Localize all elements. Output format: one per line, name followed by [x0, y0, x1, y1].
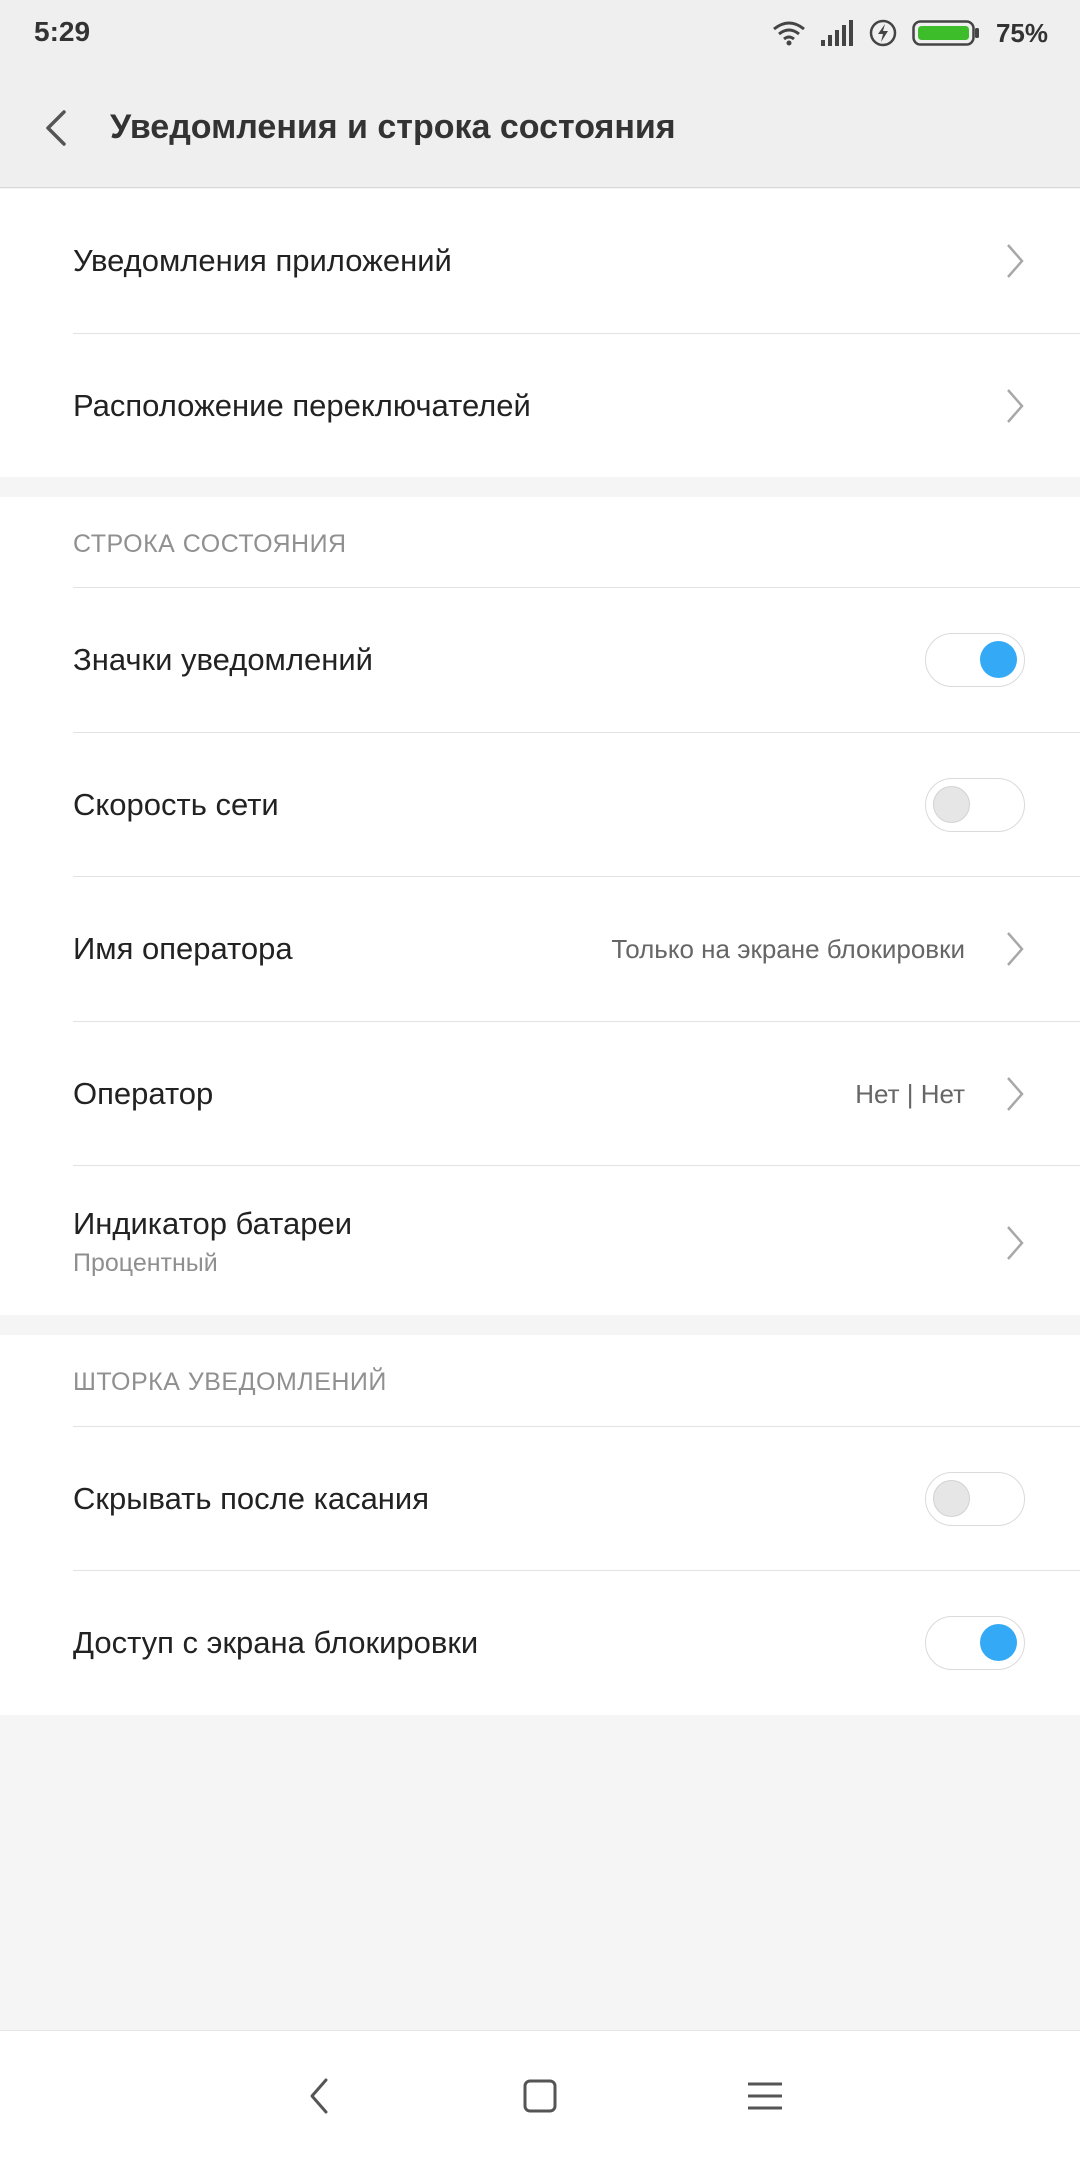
row-toggle-layout[interactable]: Расположение переключателей	[0, 334, 1080, 477]
row-label: Имя оператора	[73, 931, 293, 966]
row-label: Скрывать после касания	[73, 1481, 430, 1516]
status-bar: 5:29 75%	[0, 0, 1080, 66]
app-bar: Уведомления и строка состояния	[0, 66, 1080, 188]
row-sublabel: Процентный	[73, 1249, 218, 1277]
notification-icons-toggle[interactable]	[925, 633, 1025, 687]
row-value: Только на экране блокировки	[611, 934, 965, 964]
row-hide-after-tap[interactable]: Скрывать после касания	[0, 1427, 1080, 1570]
row-label: Расположение переключателей	[73, 388, 531, 423]
row-value: Нет | Нет	[855, 1079, 965, 1109]
navigation-bar	[0, 2030, 1080, 2160]
row-label: Индикатор батареи	[73, 1206, 353, 1241]
charging-icon	[869, 19, 897, 47]
lockscreen-access-toggle[interactable]	[925, 1616, 1025, 1670]
nav-back-icon[interactable]	[298, 2074, 342, 2118]
section-header: ШТОРКА УВЕДОМЛЕНИЙ	[73, 1368, 387, 1396]
top-section: Уведомления приложений Расположение пере…	[0, 189, 1080, 477]
row-network-speed[interactable]: Скорость сети	[0, 733, 1080, 876]
status-time: 5:29	[34, 16, 91, 47]
battery-percent: 75%	[995, 17, 1048, 48]
chevron-right-icon	[1007, 244, 1024, 278]
row-label: Доступ с экрана блокировки	[73, 1625, 479, 1660]
row-carrier-name[interactable]: Имя оператора Только на экране блокировк…	[0, 877, 1080, 1021]
chevron-right-icon	[1007, 1226, 1024, 1260]
row-lockscreen-access[interactable]: Доступ с экрана блокировки	[0, 1571, 1080, 1715]
wifi-icon	[773, 21, 805, 46]
status-icons: 75%	[772, 14, 1048, 52]
row-app-notifications[interactable]: Уведомления приложений	[0, 189, 1080, 333]
nav-home-icon[interactable]	[518, 2074, 562, 2118]
row-label: Значки уведомлений	[73, 642, 373, 677]
row-carrier[interactable]: Оператор Нет | Нет	[0, 1022, 1080, 1165]
toggle-knob	[980, 641, 1017, 678]
nav-menu-icon[interactable]	[743, 2074, 787, 2118]
toggle-knob	[933, 786, 970, 823]
section-header: СТРОКА СОСТОЯНИЯ	[73, 530, 347, 558]
toggle-knob	[933, 1480, 970, 1517]
battery-icon	[912, 20, 979, 46]
back-arrow-icon[interactable]	[36, 106, 76, 150]
notification-shade-section: ШТОРКА УВЕДОМЛЕНИЙ Скрывать после касани…	[0, 1335, 1080, 1715]
chevron-right-icon	[1007, 1077, 1024, 1111]
page-title: Уведомления и строка состояния	[110, 108, 676, 146]
chevron-right-icon	[1007, 932, 1024, 966]
chevron-right-icon	[1007, 389, 1024, 423]
toggle-knob	[980, 1624, 1017, 1661]
signal-icon	[820, 20, 853, 46]
row-notification-icons[interactable]: Значки уведомлений	[0, 588, 1080, 732]
row-label: Скорость сети	[73, 787, 279, 822]
row-label: Оператор	[73, 1076, 214, 1111]
status-bar-section: СТРОКА СОСТОЯНИЯ Значки уведомлений Скор…	[0, 497, 1080, 1315]
row-battery-indicator[interactable]: Индикатор батареи Процентный	[0, 1166, 1080, 1315]
network-speed-toggle[interactable]	[925, 778, 1025, 832]
row-label: Уведомления приложений	[73, 243, 452, 278]
hide-after-tap-toggle[interactable]	[925, 1472, 1025, 1526]
